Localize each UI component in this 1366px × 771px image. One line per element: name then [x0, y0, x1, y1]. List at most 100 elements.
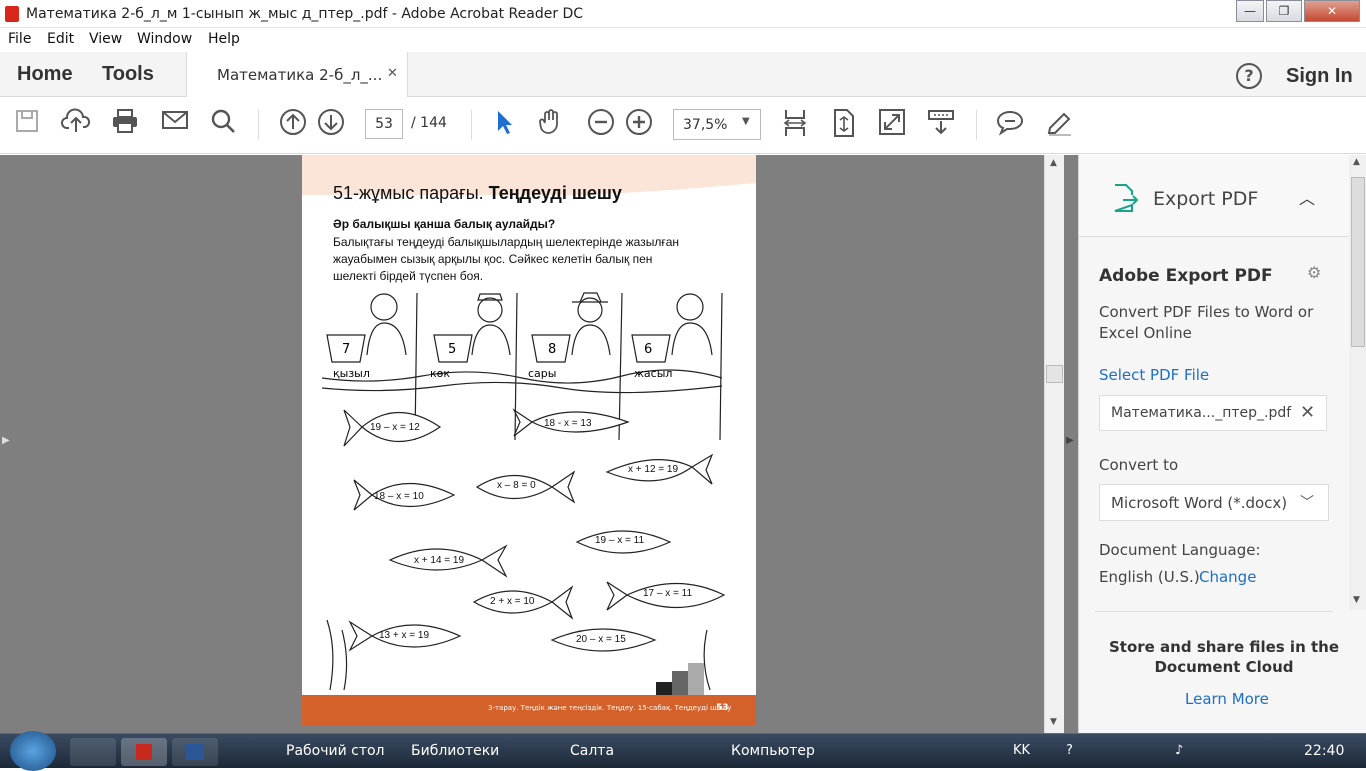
- taskbar: Рабочий стол Библиотеки Салта Компьютер …: [0, 731, 1366, 771]
- language-globe-icon[interactable]: ⚙: [1307, 263, 1321, 282]
- store-share-text: Store and share files in the Document Cl…: [1108, 638, 1339, 676]
- scroll-down-icon[interactable]: ▼: [1050, 717, 1057, 727]
- footer-text: 3-тарау. Теңдік және теңсіздік. Теңдеу. …: [488, 704, 732, 712]
- menu-edit[interactable]: Edit: [47, 31, 74, 47]
- select-pdf-link[interactable]: Select PDF File: [1099, 366, 1209, 384]
- panel-scroll-thumb[interactable]: [1351, 177, 1365, 347]
- clear-file-icon[interactable]: ✕: [1300, 402, 1315, 423]
- language-indicator[interactable]: KK: [1013, 743, 1030, 758]
- tab-close-icon[interactable]: ✕: [387, 66, 398, 81]
- search-icon[interactable]: [208, 108, 238, 138]
- taskbar-salta[interactable]: Салта: [570, 743, 614, 759]
- page-heading-prefix: 51-жұмыс парағы.: [333, 183, 484, 203]
- taskbar-word-icon[interactable]: [172, 738, 218, 766]
- fish-equation-6: 19 – x = 11: [595, 535, 645, 546]
- toolbar: 53 / 144 37,5% ▼: [0, 97, 1366, 154]
- page-instruction-3: шелекті бірдей түспен боя.: [333, 269, 484, 283]
- page-instruction-1: Балықтағы теңдеуді балықшылардың шелекте…: [333, 235, 680, 249]
- adobe-export-desc: Convert PDF Files to Word or Excel Onlin…: [1099, 303, 1314, 342]
- full-screen-icon[interactable]: [877, 108, 907, 138]
- close-button[interactable]: ✕: [1304, 0, 1360, 22]
- taskbar-desktop[interactable]: Рабочий стол: [286, 743, 385, 759]
- panel-toggle-icon[interactable]: ▶: [1066, 435, 1074, 446]
- fish-equation-7: x + 14 = 19: [414, 555, 465, 566]
- vertical-scrollbar[interactable]: ▲ ▼: [1044, 155, 1064, 733]
- home-tab[interactable]: Home: [17, 63, 73, 86]
- start-button[interactable]: [10, 731, 56, 771]
- taskbar-computer[interactable]: Компьютер: [731, 743, 815, 759]
- scroll-mode-icon[interactable]: [926, 108, 956, 138]
- file-name: Математика..._птер_.pdf: [1111, 405, 1292, 421]
- acrobat-logo-icon: [5, 6, 19, 22]
- taskbar-explorer-icon[interactable]: [70, 738, 116, 766]
- fish-equation-2: 18 - x = 13: [544, 418, 592, 429]
- change-language-link[interactable]: Change: [1199, 568, 1256, 586]
- zoom-select[interactable]: 37,5% ▼: [673, 109, 761, 140]
- save-icon[interactable]: [12, 108, 42, 138]
- upload-cloud-icon[interactable]: [61, 108, 91, 138]
- document-tab[interactable]: Математика 2-б_л_... ✕: [186, 52, 408, 98]
- minimize-button[interactable]: —: [1236, 0, 1264, 22]
- fish-equation-3: 18 – x = 10: [374, 491, 424, 502]
- fit-page-icon[interactable]: [829, 108, 859, 138]
- panel-scroll-up-icon[interactable]: ▲: [1353, 157, 1360, 167]
- file-field[interactable]: Математика..._птер_.pdf ✕: [1099, 395, 1327, 431]
- select-cursor-icon[interactable]: [488, 108, 518, 138]
- bar-decoration-3: [688, 663, 704, 696]
- print-icon[interactable]: [110, 108, 140, 138]
- chevron-down-icon: ﹀: [1300, 495, 1314, 511]
- hand-tool-icon[interactable]: [536, 108, 566, 138]
- help-icon[interactable]: ?: [1236, 63, 1262, 89]
- page-heading-bold: Теңдеуді шешу: [488, 183, 622, 203]
- menu-window[interactable]: Window: [137, 31, 192, 47]
- email-icon[interactable]: [160, 108, 190, 138]
- sign-in-link[interactable]: Sign In: [1286, 65, 1353, 88]
- page-number-input[interactable]: 53: [365, 109, 403, 139]
- adobe-export-title: Adobe Export PDF: [1099, 266, 1273, 286]
- panel-scrollbar[interactable]: ▲ ▼: [1349, 155, 1366, 610]
- fit-width-icon[interactable]: [780, 108, 810, 138]
- collapse-left-icon[interactable]: ▶: [2, 435, 10, 446]
- tray-volume-icon[interactable]: ♪: [1175, 743, 1183, 758]
- bar-decoration-2: [672, 671, 688, 696]
- zoom-in-icon[interactable]: [624, 108, 654, 138]
- pdf-page: 51-жұмыс парағы. Теңдеуді шешу Әр балықш…: [302, 155, 756, 725]
- collapse-icon[interactable]: ︿: [1299, 185, 1315, 209]
- taskbar-libraries[interactable]: Библиотеки: [411, 743, 499, 759]
- menu-help[interactable]: Help: [208, 31, 240, 47]
- bucket-number-4: 6: [644, 342, 653, 357]
- fish-equation-9: 17 – x = 11: [643, 588, 693, 599]
- learn-more-link[interactable]: Learn More: [1185, 690, 1269, 708]
- scroll-thumb[interactable]: [1046, 365, 1063, 383]
- menu-file[interactable]: File: [8, 31, 31, 47]
- export-header[interactable]: Export PDF ︿: [1079, 155, 1349, 237]
- right-panel: Export PDF ︿ Adobe Export PDF ⚙ Convert …: [1078, 155, 1366, 733]
- next-page-icon[interactable]: [316, 108, 346, 138]
- menu-bar: File Edit View Window Help: [0, 28, 1366, 52]
- document-tab-label: Математика 2-б_л_...: [217, 66, 383, 84]
- page-instruction-2: жауабымен сызық арқылы қос. Сәйкес келет…: [333, 252, 653, 266]
- previous-page-icon[interactable]: [278, 108, 308, 138]
- format-select[interactable]: Microsoft Word (*.docx) ﹀: [1099, 484, 1329, 521]
- fish-equation-5: x + 12 = 19: [628, 464, 679, 475]
- maximize-button[interactable]: ❐: [1266, 0, 1302, 22]
- comment-icon[interactable]: [995, 108, 1025, 138]
- highlight-pen-icon[interactable]: [1044, 108, 1074, 138]
- taskbar-acrobat-icon[interactable]: [121, 738, 167, 766]
- tools-tab[interactable]: Tools: [102, 63, 154, 86]
- clock[interactable]: 22:40: [1304, 743, 1344, 759]
- zoom-out-icon[interactable]: [586, 108, 616, 138]
- panel-scroll-down-icon[interactable]: ▼: [1353, 595, 1360, 605]
- bucket-number-1: 7: [342, 342, 351, 357]
- fish-equation-10: 13 + x = 19: [379, 630, 430, 641]
- document-language-label: Document Language:: [1099, 541, 1261, 559]
- tray-help-icon[interactable]: ?: [1066, 743, 1073, 758]
- scroll-up-icon[interactable]: ▲: [1050, 158, 1057, 168]
- color-label-green: жасыл: [634, 367, 673, 380]
- document-language-value: English (U.S.): [1099, 568, 1200, 586]
- bucket-number-2: 5: [448, 342, 457, 357]
- page-heading: 51-жұмыс парағы. Теңдеуді шешу: [333, 183, 622, 204]
- menu-view[interactable]: View: [89, 31, 122, 47]
- page-question: Әр балықшы қанша балық аулайды?: [333, 217, 556, 231]
- export-pdf-icon: [1114, 184, 1139, 212]
